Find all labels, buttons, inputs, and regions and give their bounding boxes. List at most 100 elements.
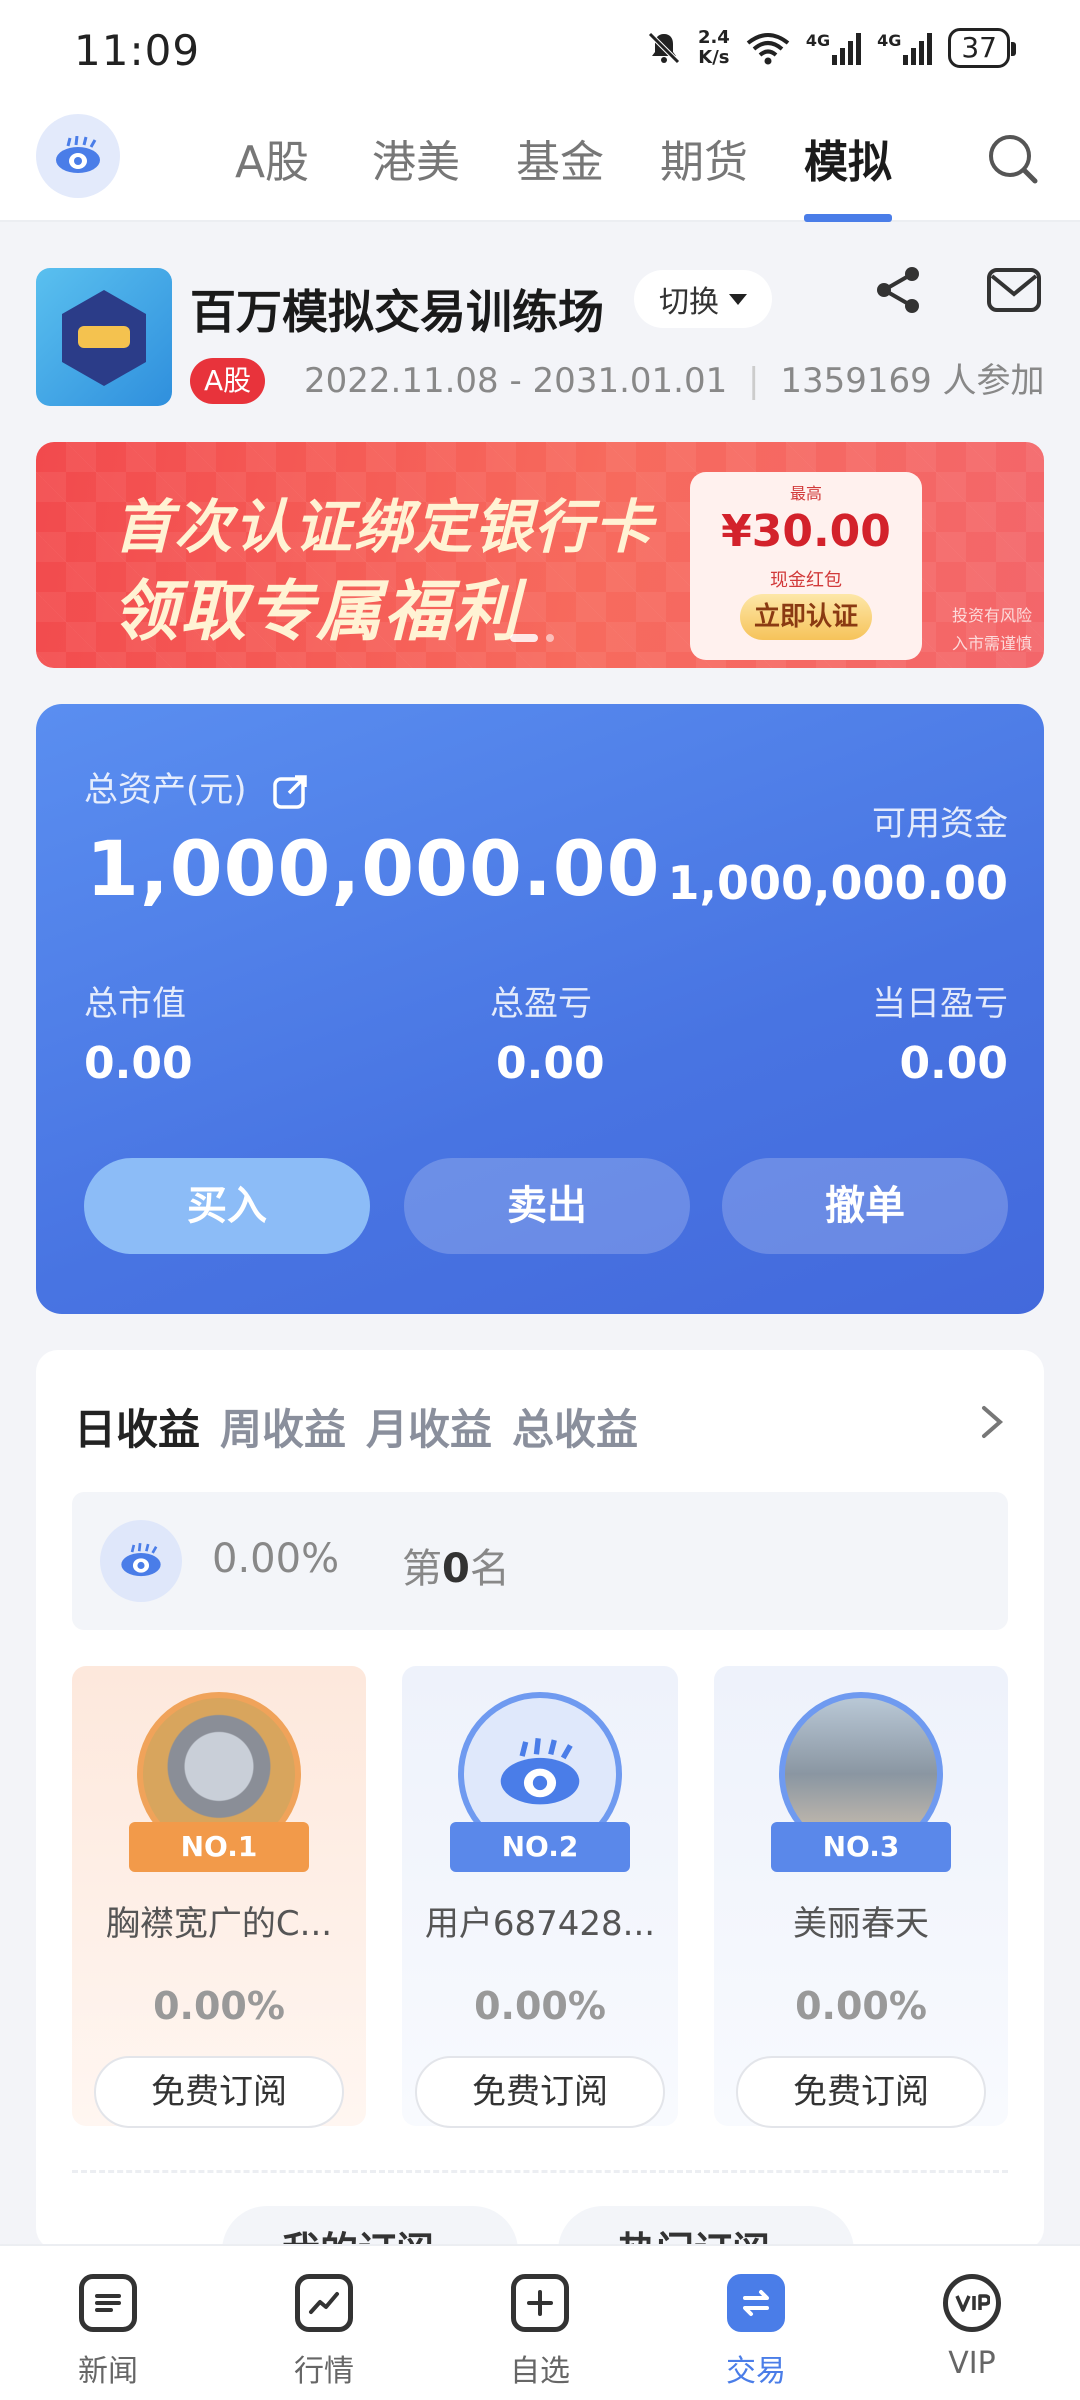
promo-banner[interactable]: 首次认证绑定银行卡 领取专属福利 最高 ¥30.00 现金红包 立即认证 投资有… <box>36 442 1044 668</box>
tab-a-share[interactable]: A股 <box>200 126 344 222</box>
divider <box>72 2170 1008 2173</box>
my-rank: 第0名 <box>402 1536 510 1594</box>
contest-title: 百万模拟交易训练场 <box>190 285 604 339</box>
available-funds-value: 1,000,000.00 <box>667 856 1009 910</box>
nav-market-label: 行情 <box>294 2354 354 2389</box>
external-link-icon[interactable] <box>271 773 309 811</box>
nav-trade-label: 交易 <box>726 2354 786 2389</box>
total-pl-value: 0.00 <box>496 1038 605 1089</box>
leader-return: 0.00% <box>795 1984 927 2028</box>
coupon-top-label: 最高 <box>789 484 822 503</box>
caret-down-icon <box>729 293 747 305</box>
market-value: 0.00 <box>84 1038 193 1089</box>
mail-icon[interactable] <box>984 262 1044 318</box>
contest-period: 2022.11.08 - 2031.01.01 <box>304 361 728 401</box>
signal-bars-icon <box>903 31 933 65</box>
daily-pl-label: 当日盈亏 <box>872 984 1008 1024</box>
my-rank-row: 0.00% 第0名 <box>72 1492 1008 1630</box>
risk-line-1: 投资有风险 <box>951 606 1032 625</box>
nav-trade[interactable]: 交易 <box>696 2274 816 2390</box>
rank-ribbon: NO.1 <box>129 1822 309 1872</box>
bell-muted-icon <box>648 32 680 64</box>
sina-eye-logo[interactable] <box>36 114 120 198</box>
tab-futures[interactable]: 期货 <box>632 126 776 222</box>
total-pl-label: 总盈亏 <box>490 984 592 1024</box>
tab-total-return[interactable]: 总收益 <box>512 1396 638 1457</box>
subscribe-button[interactable]: 免费订阅 <box>736 2056 986 2128</box>
signal-sim2-type: 4G <box>877 31 902 50</box>
total-assets-label-row: 总资产(元) <box>84 762 309 811</box>
news-icon <box>79 2274 137 2332</box>
signal-sim1-type: 4G <box>805 31 831 50</box>
leader-card-1[interactable]: NO.1 胸襟宽广的C... 0.00% 免费订阅 <box>72 1666 366 2128</box>
search-icon[interactable] <box>982 128 1042 188</box>
cancel-order-button[interactable]: 撤单 <box>722 1158 1008 1254</box>
signal-sim2: 4G <box>877 31 933 65</box>
nav-vip-label: VIP <box>948 2346 996 2381</box>
available-funds-label: 可用资金 <box>872 804 1008 844</box>
eye-logo-icon <box>500 1738 580 1805</box>
switch-contest-button[interactable]: 切换 <box>634 270 772 328</box>
dumbbell-badge-icon <box>62 290 146 386</box>
rank-ribbon: NO.3 <box>771 1822 951 1872</box>
exchange-icon <box>727 2274 785 2332</box>
nav-market[interactable]: 行情 <box>264 2274 384 2390</box>
daily-pl-value: 0.00 <box>899 1038 1008 1089</box>
tab-daily-return[interactable]: 日收益 <box>74 1396 200 1457</box>
leader-card-2[interactable]: NO.2 用户687428... 0.00% 免费订阅 <box>402 1666 678 2128</box>
asset-card: 总资产(元) 1,000,000.00 可用资金 1,000,000.00 总市… <box>36 704 1044 1314</box>
tab-simulation[interactable]: 模拟 <box>776 126 920 222</box>
status-time: 11:09 <box>74 26 201 75</box>
contest-header: 百万模拟交易训练场 切换 A股 2022.11.08 - 2031.01.01 … <box>0 222 1080 422</box>
market-value-label: 总市值 <box>84 984 186 1024</box>
wifi-icon <box>746 33 790 65</box>
banner-line-1: 首次认证绑定银行卡 <box>114 493 655 561</box>
contest-meta: 2022.11.08 - 2031.01.01 | 1359169 人参加 <box>304 358 1045 404</box>
total-assets-value: 1,000,000.00 <box>86 824 661 913</box>
nav-watchlist-label: 自选 <box>510 2354 570 2389</box>
top-nav: A股 港美 基金 期货 模拟 <box>0 100 1080 222</box>
ranking-card: 日收益 周收益 月收益 总收益 0.00% 第0名 NO.1 胸襟宽广的C...… <box>36 1350 1044 2250</box>
tab-weekly-return[interactable]: 周收益 <box>220 1396 346 1457</box>
leader-card-3[interactable]: NO.3 美丽春天 0.00% 免费订阅 <box>714 1666 1008 2128</box>
battery-indicator: 37 <box>948 28 1016 68</box>
net-speed-unit: K/s <box>698 47 730 68</box>
status-bar: 11:09 2.4 K/s 4G 4G 37 <box>0 0 1080 100</box>
rank-ribbon: NO.2 <box>450 1822 630 1872</box>
buy-button[interactable]: 买入 <box>84 1158 370 1254</box>
nav-news[interactable]: 新闻 <box>48 2274 168 2390</box>
subscribe-button[interactable]: 免费订阅 <box>94 2056 344 2128</box>
status-icons: 2.4 K/s 4G 4G 37 <box>646 27 1016 68</box>
nav-vip[interactable]: VIP <box>912 2274 1032 2381</box>
leader-name: 美丽春天 <box>793 1904 929 1944</box>
subscribe-button[interactable]: 免费订阅 <box>415 2056 665 2128</box>
coupon-amount: ¥30.00 <box>721 506 891 557</box>
tab-monthly-return[interactable]: 月收益 <box>366 1396 492 1457</box>
eye-logo-icon <box>56 136 100 173</box>
chevron-right-icon[interactable] <box>980 1404 1004 1440</box>
net-speed-value: 2.4 <box>697 27 730 48</box>
total-assets-label: 总资产(元) <box>84 770 247 810</box>
risk-notice: 投资有风险 入市需谨慎 <box>952 602 1032 658</box>
sell-button[interactable]: 卖出 <box>404 1158 690 1254</box>
bottom-nav: 新闻 行情 自选 交易 VIP <box>0 2244 1080 2400</box>
ranking-tabs: 日收益 周收益 月收益 总收益 <box>74 1396 638 1457</box>
market-tag: A股 <box>190 358 266 404</box>
verify-now-button[interactable]: 立即认证 <box>740 594 872 640</box>
coupon-sub-label: 现金红包 <box>770 570 842 591</box>
eye-logo-icon <box>121 1543 161 1577</box>
tab-fund[interactable]: 基金 <box>488 126 632 222</box>
meta-separator: | <box>748 361 760 401</box>
leader-return: 0.00% <box>153 1984 285 2028</box>
plus-icon <box>511 2274 569 2332</box>
nav-news-label: 新闻 <box>78 2354 138 2389</box>
share-icon[interactable] <box>870 262 926 318</box>
banner-line-2: 领取专属福利 <box>112 573 520 650</box>
switch-label: 切换 <box>659 285 719 320</box>
rank-suffix: 名 <box>469 1546 510 1592</box>
nav-watchlist[interactable]: 自选 <box>480 2274 600 2390</box>
cash-coupon: 最高 ¥30.00 现金红包 立即认证 <box>690 472 922 660</box>
signal-bars-icon <box>832 31 862 65</box>
rank-number: 0 <box>442 1546 470 1592</box>
tab-hk-us[interactable]: 港美 <box>344 126 488 222</box>
